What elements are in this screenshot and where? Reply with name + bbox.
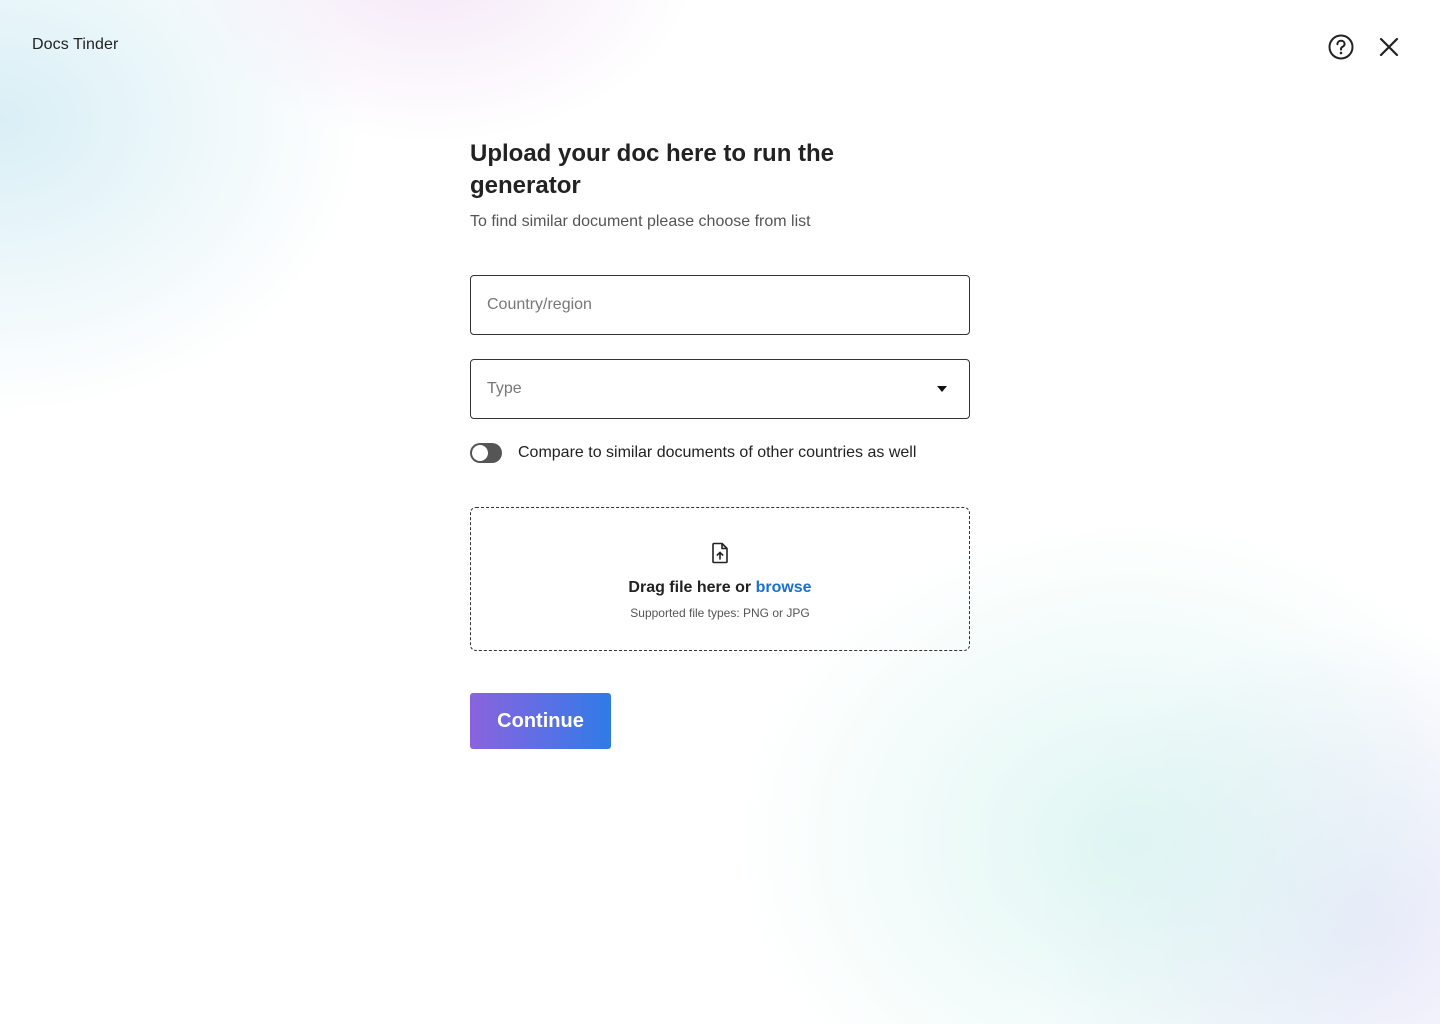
- type-select-placeholder: Type: [487, 380, 522, 397]
- supported-file-types: Supported file types: PNG or JPG: [630, 606, 810, 620]
- compare-toggle-label: Compare to similar documents of other co…: [518, 444, 917, 461]
- compare-toggle[interactable]: [470, 443, 502, 463]
- compare-toggle-row: Compare to similar documents of other co…: [470, 443, 970, 463]
- page-subtitle: To find similar document please choose f…: [470, 213, 811, 230]
- page-title: Upload your doc here to run the generato…: [470, 140, 835, 199]
- browse-link[interactable]: browse: [756, 579, 812, 596]
- type-select[interactable]: Type: [470, 359, 970, 419]
- upload-form: Upload your doc here to run the generato…: [470, 138, 970, 749]
- app-title: Docs Tinder: [32, 36, 119, 53]
- caret-down-icon: [937, 386, 947, 392]
- continue-button[interactable]: Continue: [470, 693, 611, 749]
- dropzone-prompt-text: Drag file here or: [628, 579, 752, 596]
- top-actions: [1326, 32, 1404, 62]
- dropzone-prompt: Drag file here or browse: [628, 579, 811, 597]
- close-icon[interactable]: [1374, 32, 1404, 62]
- help-icon[interactable]: [1326, 32, 1356, 62]
- toggle-knob: [472, 445, 488, 461]
- file-dropzone[interactable]: Drag file here or browse Supported file …: [470, 507, 970, 651]
- country-region-input[interactable]: [470, 275, 970, 335]
- file-upload-icon: [710, 542, 730, 569]
